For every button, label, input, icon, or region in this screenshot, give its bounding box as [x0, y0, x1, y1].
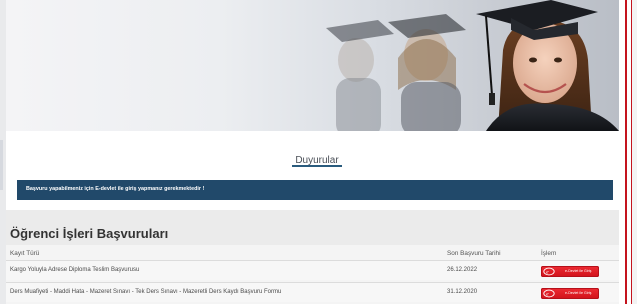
- page: Duyurular Başvuru yapabilmeniz için E-de…: [0, 0, 637, 304]
- left-edge-accent: [0, 140, 3, 190]
- login-notice-bar: Başvuru yapabilmeniz için E-devlet ile g…: [17, 180, 613, 200]
- row-deadline: 26.12.2022: [447, 267, 478, 273]
- row-type: Kargo Yoluyla Adrese Diploma Teslim Başv…: [10, 267, 140, 273]
- login-notice-text: Başvuru yapabilmeniz için E-devlet ile g…: [26, 186, 205, 192]
- edevlet-logo-icon: e: [543, 267, 555, 276]
- table-row: Ders Muafiyeti - Maddi Hata - Mazeret Sı…: [6, 282, 619, 302]
- column-header-deadline: Son Başvuru Tarihi: [447, 250, 501, 257]
- tab-active-indicator: [292, 165, 342, 167]
- svg-text:e: e: [546, 269, 549, 275]
- svg-text:e: e: [546, 291, 549, 297]
- table-row: Kargo Yoluyla Adrese Diploma Teslim Başv…: [6, 260, 619, 280]
- edevlet-login-button-label: e-Devlet ile Giriş: [565, 291, 592, 295]
- column-header-type: Kayıt Türü: [10, 250, 40, 257]
- applications-section: Öğrenci İşleri Başvuruları Kayıt Türü So…: [6, 210, 619, 304]
- hero-banner: [6, 0, 619, 131]
- page-title: Öğrenci İşleri Başvuruları: [10, 226, 169, 241]
- applications-header: Öğrenci İşleri Başvuruları: [6, 210, 619, 245]
- row-type: Ders Muafiyeti - Maddi Hata - Mazeret Sı…: [10, 289, 282, 295]
- graduates-photo: [326, 0, 619, 131]
- edevlet-login-button[interactable]: e e-Devlet ile Giriş: [541, 266, 599, 277]
- edevlet-login-button-label: e-Devlet ile Giriş: [565, 269, 592, 273]
- right-edge: [632, 0, 637, 304]
- row-deadline: 31.12.2020: [447, 289, 478, 295]
- edevlet-logo-icon: e: [543, 289, 555, 298]
- edevlet-login-button[interactable]: e e-Devlet ile Giriş: [541, 288, 599, 299]
- column-header-action: İşlem: [541, 250, 557, 257]
